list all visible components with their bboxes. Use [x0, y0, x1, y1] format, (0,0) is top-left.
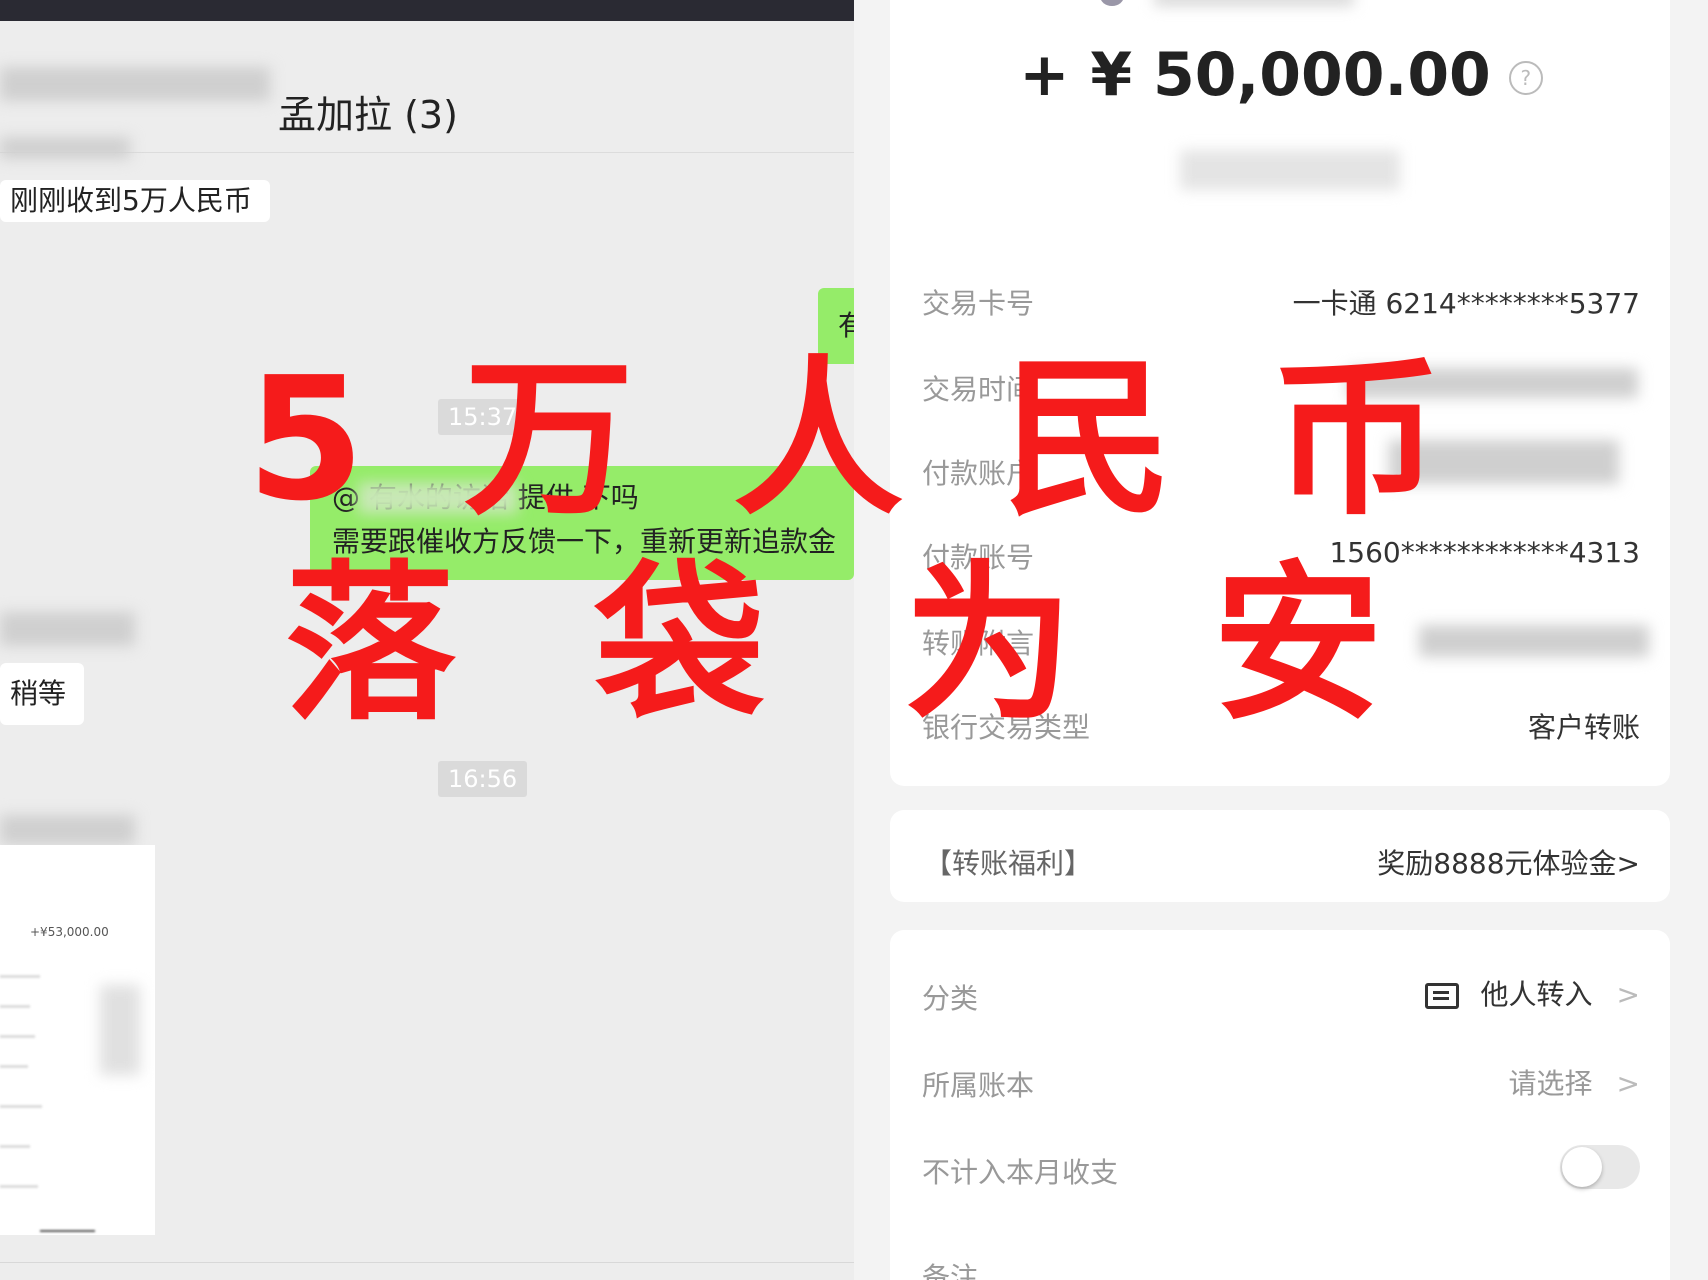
image-preview-amount: +¥53,000.00 [30, 925, 109, 939]
toggle-knob [1562, 1147, 1602, 1187]
status-bar [0, 0, 854, 21]
ledger-label: 所属账本 [922, 1069, 1035, 1102]
exclude-label: 不计入本月收支 [922, 1156, 1119, 1189]
divider [0, 1262, 854, 1263]
image-message[interactable]: +¥53,000.00 [0, 845, 155, 1235]
message-bubble[interactable]: 刚刚收到5万人民币 [0, 180, 270, 222]
card-number-value: 一卡通 6214********5377 [1292, 287, 1640, 320]
question-circle-icon[interactable]: ? [1508, 61, 1543, 96]
overlay-caption-line1: 5 万 人 民 币 [246, 341, 1462, 539]
redacted-header [1154, 0, 1354, 6]
promo-label: 【转账福利】 [924, 847, 1093, 880]
category-text: 他人转入 [1480, 978, 1593, 1011]
note-label: 备注 [922, 1261, 979, 1280]
category-label: 分类 [922, 982, 979, 1015]
overlay-caption-line2: 落 袋 为 安 [285, 546, 1423, 744]
exclude-toggle[interactable] [1560, 1145, 1640, 1189]
redacted-name [0, 67, 270, 101]
timestamp: 16:56 [438, 761, 528, 797]
card-number-label: 交易卡号 [922, 287, 1035, 320]
ledger-text: 请选择 [1508, 1067, 1593, 1100]
message-text: 有 [838, 309, 854, 342]
redacted-sender [0, 815, 135, 845]
ledger-select[interactable]: 请选择 > [1509, 1062, 1640, 1102]
chevron-right-icon: > [1616, 1067, 1640, 1100]
amount-value: + ¥ 50,000.00 [1019, 40, 1491, 110]
category-icon [1424, 983, 1459, 1009]
category-value[interactable]: 他人转入 > [1424, 973, 1640, 1013]
redacted-subtitle [0, 137, 130, 159]
chat-header: 孟加拉 (3) [0, 22, 854, 159]
redacted-subtitle [1180, 150, 1400, 190]
chat-title: 孟加拉 (3) [278, 93, 458, 137]
transaction-amount: + ¥ 50,000.00? [854, 40, 1708, 110]
promo-link[interactable]: 奖励8888元体验金> [1377, 842, 1640, 882]
chevron-right-icon: > [1616, 978, 1640, 1011]
